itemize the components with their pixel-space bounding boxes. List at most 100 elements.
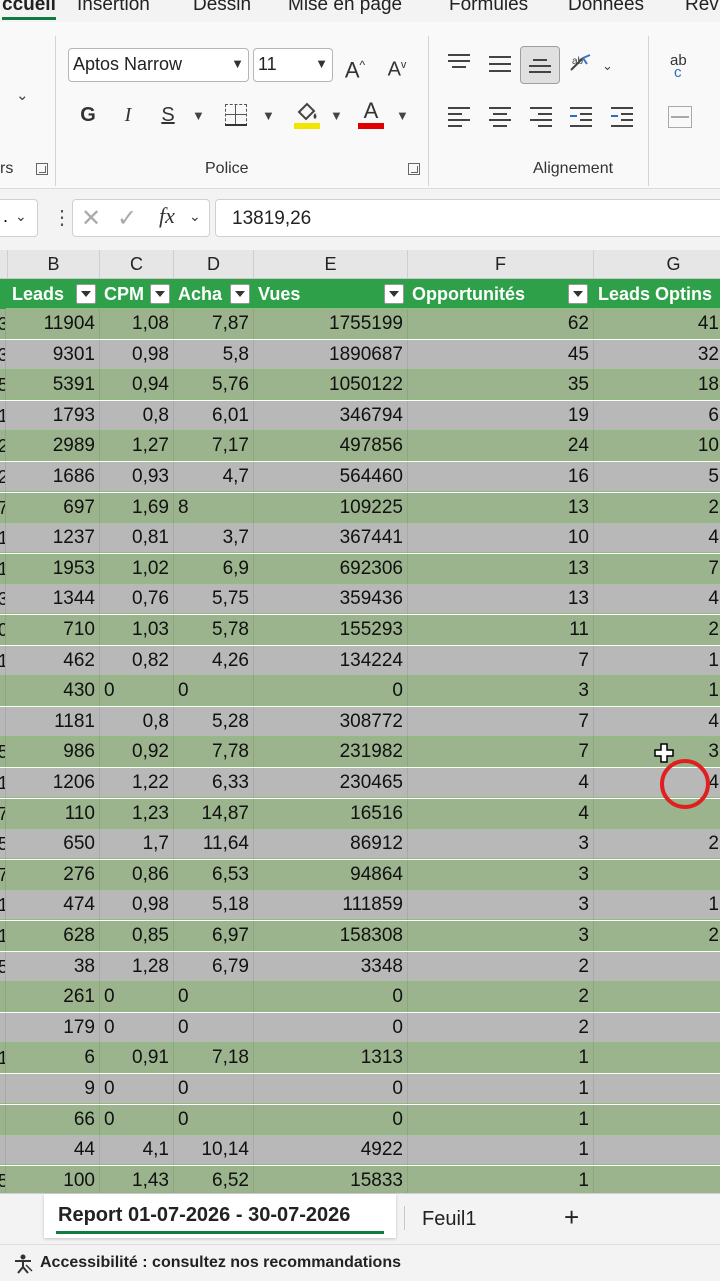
- table-cell-a[interactable]: 1: [0, 921, 6, 951]
- tab-formules[interactable]: Formules: [449, 0, 528, 16]
- table-cell-cpm[interactable]: 1,02: [100, 553, 174, 584]
- table-cell-opp[interactable]: 24: [408, 431, 594, 462]
- chevron-down-icon[interactable]: ▼: [192, 108, 205, 123]
- table-cell-cpm[interactable]: 0,86: [100, 859, 174, 890]
- filter-dropdown-icon[interactable]: [230, 284, 250, 304]
- table-cell-vues[interactable]: 497856: [254, 431, 408, 462]
- table-cell-acha[interactable]: 0: [174, 1104, 254, 1135]
- table-cell-leads[interactable]: 9: [8, 1074, 100, 1104]
- table-cell-a[interactable]: 7: [0, 492, 6, 523]
- table-cell-cpm[interactable]: 1,08: [100, 309, 174, 339]
- table-cell-leads[interactable]: 628: [8, 921, 100, 951]
- table-cell-acha[interactable]: 6,53: [174, 859, 254, 890]
- table-cell-optins[interactable]: 1: [594, 676, 720, 706]
- table-cell-vues[interactable]: 346794: [254, 400, 408, 431]
- sheet-tab-feuil1[interactable]: Feuil1: [422, 1208, 476, 1231]
- increase-font-size-button[interactable]: A^: [340, 50, 370, 85]
- font-color-icon[interactable]: A: [358, 98, 384, 130]
- cancel-icon[interactable]: ✕: [81, 204, 101, 233]
- table-cell-leads[interactable]: 1237: [8, 523, 100, 554]
- tab-revision[interactable]: Révi: [685, 0, 720, 16]
- table-cell-acha[interactable]: 0: [174, 1074, 254, 1104]
- table-cell-a[interactable]: 2: [0, 462, 6, 492]
- table-cell-a[interactable]: 5: [0, 370, 6, 401]
- table-cell-optins[interactable]: 1: [594, 890, 720, 920]
- table-cell-acha[interactable]: 6,33: [174, 768, 254, 798]
- name-box[interactable]: . ⌄: [0, 199, 38, 237]
- table-cell-leads[interactable]: 430: [8, 676, 100, 707]
- table-cell-acha[interactable]: 6,97: [174, 921, 254, 951]
- table-cell-cpm[interactable]: 0: [100, 1012, 174, 1043]
- table-cell-vues[interactable]: 158308: [254, 921, 408, 951]
- table-cell-optins[interactable]: 2: [594, 921, 720, 951]
- table-cell-leads[interactable]: 2989: [8, 431, 100, 462]
- chevron-down-icon[interactable]: ⌄: [189, 208, 201, 225]
- table-cell-opp[interactable]: 7: [408, 645, 594, 676]
- table-cell-a[interactable]: 5: [0, 737, 6, 768]
- table-cell-acha[interactable]: 7,87: [174, 309, 254, 339]
- table-cell-cpm[interactable]: 0,92: [100, 737, 174, 768]
- table-cell-a[interactable]: 1: [0, 553, 6, 584]
- table-cell-a[interactable]: 1: [0, 1043, 6, 1074]
- chevron-down-icon[interactable]: ⌄: [16, 86, 29, 104]
- merge-cells-icon[interactable]: [668, 106, 692, 128]
- tab-dessin[interactable]: Dessin: [193, 0, 251, 16]
- table-cell-opp[interactable]: 13: [408, 492, 594, 523]
- table-cell-optins[interactable]: [594, 1166, 720, 1193]
- table-cell-optins[interactable]: 4: [594, 584, 720, 614]
- dialog-launcher-icon[interactable]: [36, 163, 48, 175]
- table-header-leads[interactable]: Leads: [8, 279, 100, 309]
- table-cell-cpm[interactable]: 0: [100, 1074, 174, 1104]
- table-cell-leads[interactable]: 697: [8, 492, 100, 523]
- table-cell-cpm[interactable]: 0,8: [100, 400, 174, 431]
- table-header-cpm[interactable]: CPM: [100, 279, 174, 309]
- table-cell-opp[interactable]: 3: [408, 859, 594, 890]
- chevron-down-icon[interactable]: ▼: [330, 108, 343, 123]
- table-cell-acha[interactable]: 11,64: [174, 829, 254, 860]
- table-cell-vues[interactable]: 359436: [254, 584, 408, 615]
- table-cell-cpm[interactable]: 1,69: [100, 492, 174, 523]
- chevron-down-icon[interactable]: ▼: [396, 108, 409, 123]
- table-cell-vues[interactable]: 367441: [254, 523, 408, 554]
- table-cell-opp[interactable]: 1: [408, 1074, 594, 1104]
- formula-input[interactable]: 13819,26: [215, 199, 720, 237]
- table-cell-cpm[interactable]: 4,1: [100, 1135, 174, 1166]
- table-cell-optins[interactable]: 6: [594, 401, 720, 431]
- table-cell-opp[interactable]: 62: [408, 309, 594, 339]
- table-cell-opp[interactable]: 2: [408, 982, 594, 1013]
- table-cell-acha[interactable]: 5,8: [174, 339, 254, 370]
- table-cell-opp[interactable]: 1: [408, 1165, 594, 1193]
- column-header-g[interactable]: G: [594, 250, 720, 278]
- table-cell-vues[interactable]: 134224: [254, 645, 408, 676]
- table-cell-vues[interactable]: 0: [254, 1104, 408, 1135]
- table-cell-vues[interactable]: 1755199: [254, 309, 408, 339]
- table-cell-vues[interactable]: 111859: [254, 890, 408, 921]
- table-cell-acha[interactable]: 5,78: [174, 615, 254, 645]
- table-cell-optins[interactable]: [594, 1105, 720, 1135]
- table-cell-cpm[interactable]: 1,7: [100, 829, 174, 860]
- table-cell-leads[interactable]: 1953: [8, 553, 100, 584]
- table-cell-acha[interactable]: 5,18: [174, 890, 254, 921]
- table-cell-opp[interactable]: 4: [408, 768, 594, 798]
- table-cell-a[interactable]: [0, 1074, 6, 1104]
- table-cell-a[interactable]: [0, 982, 6, 1013]
- tab-accueil[interactable]: ccueil: [2, 0, 56, 20]
- table-cell-a[interactable]: 5: [0, 829, 6, 860]
- table-cell-cpm[interactable]: 0,93: [100, 462, 174, 492]
- table-cell-acha[interactable]: 8: [174, 492, 254, 523]
- table-cell-opp[interactable]: 13: [408, 553, 594, 584]
- table-cell-leads[interactable]: 462: [8, 645, 100, 676]
- table-cell-leads[interactable]: 474: [8, 890, 100, 921]
- table-cell-a[interactable]: 7: [0, 859, 6, 890]
- table-cell-a[interactable]: [0, 706, 6, 737]
- table-cell-acha[interactable]: 5,76: [174, 370, 254, 401]
- font-size-select[interactable]: 11 ▼: [253, 48, 333, 82]
- table-cell-acha[interactable]: 7,78: [174, 737, 254, 768]
- table-cell-leads[interactable]: 110: [8, 798, 100, 829]
- table-cell-a[interactable]: [0, 676, 6, 707]
- table-cell-optins[interactable]: [594, 952, 720, 982]
- table-cell-a[interactable]: 5: [0, 1165, 6, 1193]
- table-cell-vues[interactable]: 16516: [254, 798, 408, 829]
- table-header-acha[interactable]: Acha: [174, 279, 254, 309]
- table-cell-acha[interactable]: 6,9: [174, 553, 254, 584]
